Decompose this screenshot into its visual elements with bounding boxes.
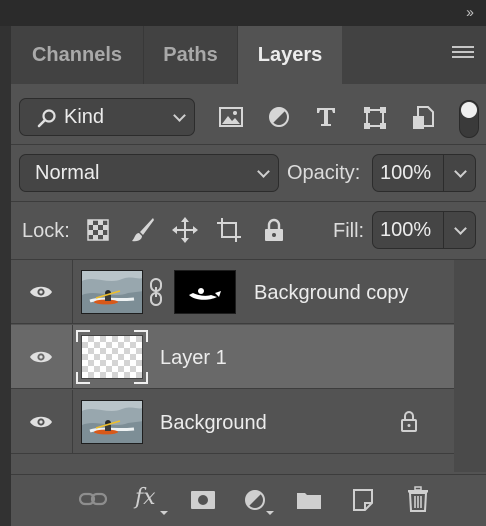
- opacity-slider-chevron-icon[interactable]: [454, 165, 467, 178]
- panel-top-strip: ››: [0, 0, 486, 26]
- layer-row-background-copy[interactable]: Background copy: [11, 260, 454, 324]
- opacity-label: Opacity:: [287, 162, 361, 184]
- chevron-down-icon: [173, 109, 186, 122]
- tab-channels[interactable]: Channels: [11, 26, 144, 84]
- search-icon: [37, 109, 56, 128]
- layer-style-fx-icon[interactable]: fx: [135, 485, 156, 510]
- link-layers-icon[interactable]: [79, 491, 107, 507]
- lock-artboard-icon[interactable]: [216, 217, 242, 243]
- filter-kind-label: Kind: [64, 105, 105, 128]
- layer-locked-icon: [401, 411, 417, 432]
- divider: [11, 201, 486, 202]
- filter-kind-dropdown[interactable]: Kind: [19, 98, 195, 136]
- eye-visibility-icon[interactable]: [29, 284, 53, 300]
- left-edge: [0, 26, 11, 526]
- fill-label: Fill:: [333, 220, 365, 242]
- panel-tab-bar: Channels Paths Layers: [11, 26, 486, 84]
- filter-toggle-icon[interactable]: [459, 100, 479, 138]
- fill-slider-chevron-icon[interactable]: [454, 222, 467, 235]
- new-layer-icon[interactable]: [352, 488, 374, 512]
- lock-transparent-pixels-icon[interactable]: [87, 219, 109, 241]
- adjustment-menu-arrow-icon: [266, 511, 274, 515]
- panel-menu-icon[interactable]: [452, 46, 474, 62]
- lock-image-pixels-icon[interactable]: [131, 217, 155, 243]
- layer-thumbnail[interactable]: [81, 400, 143, 444]
- shape-filter-icon[interactable]: [363, 106, 387, 130]
- eye-visibility-icon[interactable]: [29, 349, 53, 365]
- layer-row-background[interactable]: Background: [11, 390, 454, 454]
- collapse-panels-button[interactable]: ››: [466, 4, 474, 21]
- blend-mode-value: Normal: [35, 161, 100, 184]
- layer-row-layer-1[interactable]: Layer 1: [11, 325, 454, 389]
- active-thumbnail-frame-icon: [76, 330, 148, 384]
- add-mask-icon[interactable]: [191, 491, 215, 509]
- layers-footer-toolbar: fx: [11, 474, 486, 526]
- layers-list: Background copy Layer 1 Background: [11, 260, 454, 472]
- adjustment-filter-icon[interactable]: [268, 106, 290, 128]
- type-filter-icon[interactable]: [315, 106, 337, 128]
- fx-menu-arrow-icon: [160, 511, 168, 515]
- new-adjustment-layer-icon[interactable]: [244, 489, 266, 511]
- eye-visibility-icon[interactable]: [29, 414, 53, 430]
- layer-name[interactable]: Background copy: [254, 282, 409, 305]
- mask-link-chain-icon[interactable]: [149, 278, 163, 306]
- fill-value: 100%: [380, 218, 432, 241]
- image-filter-icon[interactable]: [219, 106, 243, 128]
- chevron-down-icon: [257, 165, 270, 178]
- layer-mask-thumbnail[interactable]: [174, 270, 236, 314]
- lock-all-icon[interactable]: [263, 218, 285, 242]
- opacity-value: 100%: [380, 161, 432, 184]
- layers-panel: Channels Paths Layers Kind Normal Opacit…: [11, 26, 486, 526]
- layer-name[interactable]: Background: [160, 412, 267, 435]
- new-group-folder-icon[interactable]: [296, 490, 322, 510]
- layer-name[interactable]: Layer 1: [160, 347, 227, 370]
- delete-layer-trash-icon[interactable]: [407, 486, 429, 512]
- smart-object-filter-icon[interactable]: [412, 106, 434, 130]
- fill-field[interactable]: 100%: [372, 211, 476, 249]
- opacity-field[interactable]: 100%: [372, 154, 476, 192]
- lock-label: Lock:: [22, 220, 70, 242]
- tab-paths[interactable]: Paths: [144, 26, 238, 84]
- divider: [11, 144, 486, 145]
- layers-scrollbar[interactable]: [454, 260, 486, 472]
- lock-position-icon[interactable]: [172, 217, 198, 243]
- layer-thumbnail[interactable]: [81, 270, 143, 314]
- blend-mode-dropdown[interactable]: Normal: [19, 154, 279, 192]
- tab-layers[interactable]: Layers: [238, 26, 342, 84]
